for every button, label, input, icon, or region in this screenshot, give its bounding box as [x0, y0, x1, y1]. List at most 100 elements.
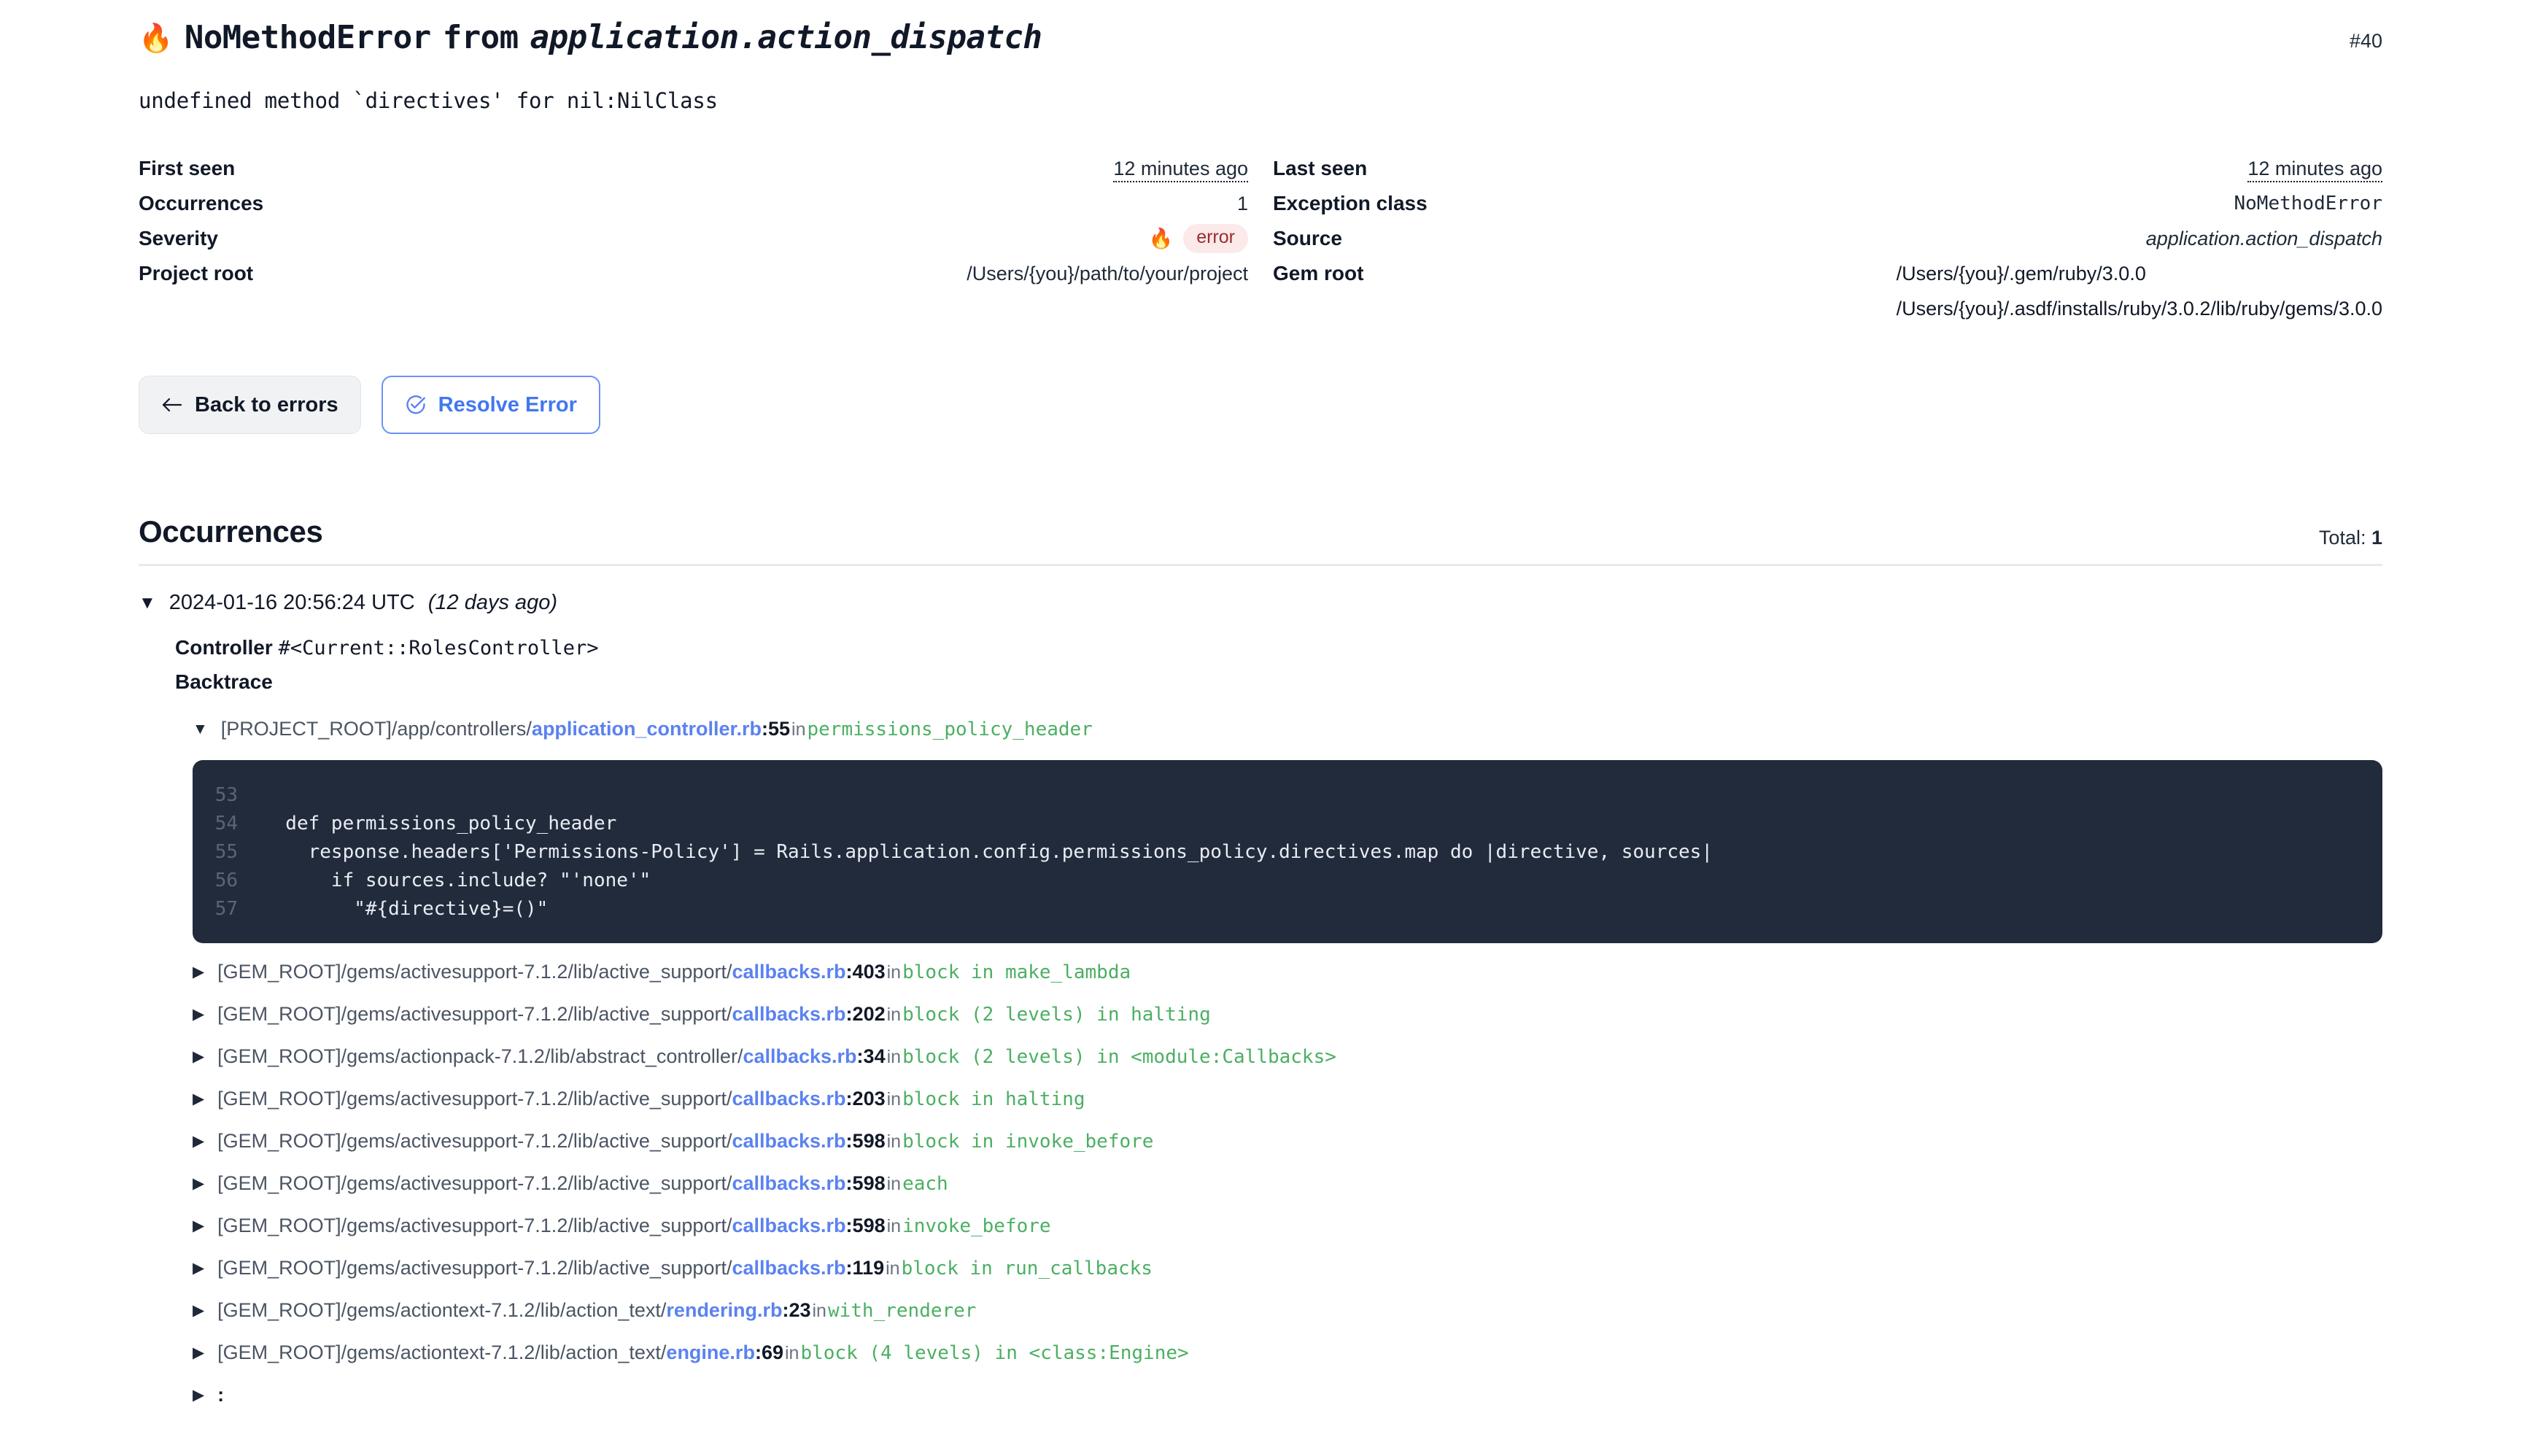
- backtrace-frame-toggle[interactable]: ▶:: [175, 1374, 2382, 1416]
- chevron-right-icon[interactable]: ▶: [193, 1091, 204, 1107]
- backtrace-frame-toggle[interactable]: ▶ [GEM_ROOT]/gems/activesupport-7.1.2/lib…: [175, 993, 2382, 1035]
- table-row: [GEM_ROOT]/gems/activesupport-7.1.2/lib/…: [217, 1088, 1085, 1110]
- frame-path: [GEM_ROOT]/gems/activesupport-7.1.2/lib/…: [217, 961, 732, 983]
- frame-line-number: :598: [846, 1215, 886, 1236]
- backtrace-list: ▼ [PROJECT_ROOT]/app/controllers/applica…: [175, 708, 2382, 1416]
- chevron-right-icon[interactable]: ▶: [193, 1218, 204, 1234]
- frame-path: [GEM_ROOT]/gems/activesupport-7.1.2/lib/…: [217, 1130, 732, 1152]
- chevron-right-icon[interactable]: ▶: [193, 1049, 204, 1064]
- metadata-row-occurrences: Occurrences 1: [139, 186, 1248, 221]
- frame-file-link[interactable]: callbacks.rb: [732, 1172, 845, 1194]
- occurrence-toggle[interactable]: ▼ 2024-01-16 20:56:24 UTC (12 days ago): [139, 591, 2382, 615]
- code-line-number: 54: [193, 813, 263, 835]
- metadata-value: 🔥 error: [1149, 221, 1248, 256]
- occurrences-total: Total: 1: [2319, 527, 2382, 549]
- metadata-value: 12 minutes ago: [2247, 151, 2382, 186]
- frame-line-number: :598: [846, 1130, 886, 1152]
- frame-file-link[interactable]: callbacks.rb: [732, 961, 845, 983]
- frame-method: each: [902, 1173, 948, 1195]
- frame-method: with_renderer: [828, 1300, 977, 1322]
- issue-number: #40: [2350, 30, 2382, 53]
- chevron-right-icon[interactable]: ▶: [193, 964, 204, 980]
- backtrace-frame-toggle[interactable]: ▼ [PROJECT_ROOT]/app/controllers/applica…: [175, 708, 2382, 750]
- backtrace-frame-toggle[interactable]: ▶ [GEM_ROOT]/gems/activesupport-7.1.2/lib…: [175, 1204, 2382, 1247]
- backtrace-frame-toggle[interactable]: ▶[GEM_ROOT]/gems/actiontext-7.1.2/lib/ac…: [175, 1331, 2382, 1374]
- table-row: [GEM_ROOT]/gems/activesupport-7.1.2/lib/…: [217, 1257, 1153, 1279]
- gem-root-line: /Users/{you}/.gem/ruby/3.0.0: [1897, 256, 2382, 291]
- metadata-label: First seen: [139, 151, 235, 186]
- frame-path: [GEM_ROOT]/gems/activesupport-7.1.2/lib/…: [217, 1257, 732, 1279]
- code-line-number: 56: [193, 870, 263, 891]
- frame-path: [GEM_ROOT]/gems/activesupport-7.1.2/lib/…: [217, 1003, 732, 1025]
- frame-method: block in make_lambda: [902, 961, 1131, 983]
- chevron-down-icon[interactable]: ▼: [193, 721, 208, 737]
- chevron-right-icon[interactable]: ▶: [193, 1176, 204, 1191]
- backtrace-frame-toggle[interactable]: ▶ [GEM_ROOT]/gems/actionpack-7.1.2/lib/ab…: [175, 1035, 2382, 1077]
- metadata-row-severity: Severity 🔥 error: [139, 221, 1248, 256]
- frame-file-link[interactable]: rendering.rb: [666, 1299, 782, 1321]
- page-header: 🔥 NoMethodError from application.action_…: [139, 0, 2382, 56]
- backtrace-frame-toggle[interactable]: ▶ [GEM_ROOT]/gems/activesupport-7.1.2/lib…: [175, 950, 2382, 993]
- table-row: [GEM_ROOT]/gems/activesupport-7.1.2/lib/…: [217, 1172, 948, 1195]
- back-to-errors-button[interactable]: Back to errors: [139, 376, 361, 434]
- frame-in-word: in: [886, 1174, 902, 1194]
- metadata-row-exception-class: Exception class NoMethodError: [1273, 186, 2382, 221]
- frame-file-link[interactable]: callbacks.rb: [732, 1257, 845, 1279]
- chevron-right-icon[interactable]: ▶: [193, 1345, 204, 1360]
- frame-in-word: in: [886, 1131, 902, 1152]
- exception-name: NoMethodError: [185, 19, 431, 56]
- controller-row: Controller #<Current::RolesController>: [175, 631, 2382, 665]
- metadata-label: Project root: [139, 256, 253, 291]
- frame-file-link[interactable]: engine.rb: [666, 1341, 755, 1363]
- backtrace-frame-toggle[interactable]: ▶ [GEM_ROOT]/gems/activesupport-7.1.2/lib…: [175, 1120, 2382, 1162]
- frame-in-word: in: [886, 1216, 902, 1236]
- first-seen-value: 12 minutes ago: [1113, 158, 1248, 182]
- table-row: [GEM_ROOT]/gems/actionpack-7.1.2/lib/abs…: [217, 1045, 1336, 1068]
- frame-in-word: in: [886, 962, 902, 983]
- frame-line-number: :34: [857, 1045, 886, 1067]
- frame-method: invoke_before: [902, 1215, 1051, 1237]
- metadata-label: Occurrences: [139, 186, 263, 221]
- backtrace-frame-toggle[interactable]: ▶ [GEM_ROOT]/gems/activesupport-7.1.2/lib…: [175, 1162, 2382, 1204]
- gem-root-line: /Users/{you}/.asdf/installs/ruby/3.0.2/l…: [1897, 291, 2382, 326]
- chevron-right-icon[interactable]: ▶: [193, 1261, 204, 1276]
- frame-in-word: in: [783, 1343, 800, 1363]
- occurrences-title: Occurrences: [139, 514, 322, 549]
- frame-file-link[interactable]: callbacks.rb: [732, 1130, 845, 1152]
- code-line-number: 53: [193, 784, 263, 806]
- fire-icon: 🔥: [1149, 221, 1174, 256]
- frame-file-link[interactable]: callbacks.rb: [732, 1003, 845, 1025]
- chevron-right-icon[interactable]: ▶: [193, 1134, 204, 1149]
- last-seen-value: 12 minutes ago: [2247, 158, 2382, 182]
- metadata-row-first-seen: First seen 12 minutes ago: [139, 151, 1248, 186]
- frame-path: [GEM_ROOT]/gems/actionpack-7.1.2/lib/abs…: [217, 1045, 743, 1067]
- code-line-source: if sources.include? "'none'": [263, 870, 651, 891]
- metadata-label: Exception class: [1273, 186, 1428, 221]
- code-line: 57 "#{directive}=()": [193, 894, 2382, 923]
- table-row: [GEM_ROOT]/gems/activesupport-7.1.2/lib/…: [217, 1215, 1050, 1237]
- backtrace-frame-toggle[interactable]: ▶ [GEM_ROOT]/gems/activesupport-7.1.2/lib…: [175, 1247, 2382, 1289]
- frame-in-word: in: [886, 1004, 902, 1025]
- resolve-error-button[interactable]: Resolve Error: [382, 376, 600, 434]
- backtrace-frame-toggle[interactable]: ▶ [GEM_ROOT]/gems/actiontext-7.1.2/lib/ac…: [175, 1289, 2382, 1331]
- error-message: undefined method `directives' for nil:Ni…: [139, 88, 2382, 113]
- chevron-right-icon[interactable]: ▶: [193, 1007, 204, 1022]
- table-row: :: [217, 1384, 227, 1406]
- chevron-right-icon[interactable]: ▶: [193, 1303, 204, 1318]
- resolve-error-label: Resolve Error: [438, 393, 577, 417]
- metadata-column-right: Last seen 12 minutes ago Exception class…: [1273, 151, 2382, 326]
- chevron-down-icon[interactable]: ▼: [139, 595, 156, 612]
- frame-file-link[interactable]: application_controller.rb: [532, 718, 762, 740]
- chevron-right-icon[interactable]: ▶: [193, 1387, 204, 1403]
- frame-file-link[interactable]: callbacks.rb: [743, 1045, 856, 1067]
- frame-path: [GEM_ROOT]/gems/actiontext-7.1.2/lib/act…: [217, 1299, 666, 1321]
- frame-file-link[interactable]: callbacks.rb: [732, 1215, 845, 1236]
- frame-file-link[interactable]: callbacks.rb: [732, 1088, 845, 1110]
- table-row: [GEM_ROOT]/gems/actiontext-7.1.2/lib/act…: [217, 1299, 976, 1322]
- backtrace-frame-toggle[interactable]: ▶ [GEM_ROOT]/gems/activesupport-7.1.2/lib…: [175, 1077, 2382, 1120]
- frame-method: block in invoke_before: [902, 1131, 1153, 1153]
- frame-method: block (2 levels) in <module:Callbacks>: [902, 1046, 1336, 1068]
- frame-line-number: :23: [782, 1299, 810, 1321]
- frame-method: permissions_policy_header: [808, 719, 1093, 740]
- frame-in-word: in: [884, 1258, 901, 1279]
